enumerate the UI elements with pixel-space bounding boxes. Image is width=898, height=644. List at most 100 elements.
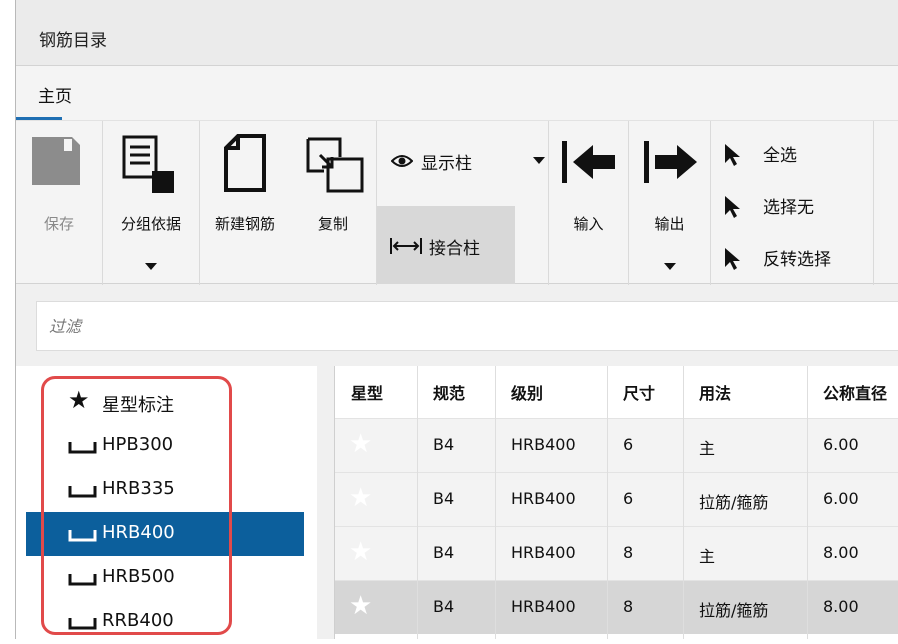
- sidebar-item-rrb400[interactable]: RRB400: [26, 600, 304, 644]
- column-divider: [807, 366, 808, 639]
- group-by-label: 分组依据: [120, 215, 181, 233]
- cell-size: 8: [623, 543, 634, 562]
- cell-diameter: 8.00: [823, 543, 859, 562]
- chevron-down-icon: [145, 263, 157, 270]
- window-title: 钢筋目录: [39, 31, 107, 51]
- show-columns-button[interactable]: 显示柱: [387, 141, 547, 181]
- cell-spec: B4: [433, 435, 455, 454]
- ribbon-toolbar: 保存 分组依据 新建钢筋 复制 显示柱 接合柱 输入 输出 全选 选择无 反转选…: [16, 120, 898, 285]
- import-label: 输入: [573, 215, 604, 233]
- column-header-size[interactable]: 尺寸: [623, 380, 655, 404]
- group-list-icon: [122, 135, 174, 193]
- save-button[interactable]: 保存: [16, 121, 103, 285]
- sidebar-item-label: 星型标注: [102, 395, 174, 416]
- rebar-hook-icon: [68, 486, 97, 498]
- import-button[interactable]: 输入: [549, 121, 629, 285]
- rebar-hook-icon: [68, 618, 97, 630]
- column-header-usage[interactable]: 用法: [699, 380, 731, 404]
- cell-grade: HRB400: [511, 597, 576, 616]
- sidebar-item-label: HRB400: [102, 522, 175, 543]
- save-icon: [32, 137, 80, 185]
- cell-diameter: 6.00: [823, 489, 859, 508]
- cell-grade: HRB400: [511, 543, 576, 562]
- rebar-hook-icon: [68, 574, 97, 586]
- joint-columns-label: 接合柱: [429, 239, 480, 259]
- star-toggle-icon[interactable]: ★: [349, 483, 372, 513]
- sidebar-item-hpb300[interactable]: HPB300: [26, 424, 304, 468]
- column-divider: [683, 366, 684, 639]
- cursor-arrow-icon: [725, 144, 740, 166]
- column-header-diameter[interactable]: 公称直径: [823, 380, 887, 404]
- export-label: 输出: [654, 215, 685, 233]
- filter-input[interactable]: [37, 302, 898, 350]
- star-toggle-icon[interactable]: ★: [349, 591, 372, 621]
- cell-usage: 拉筋/箍筋: [699, 601, 769, 620]
- sidebar-item-label: HRB335: [102, 478, 175, 499]
- ribbon-tab-bar: 主页: [16, 66, 898, 120]
- column-divider: [417, 366, 418, 639]
- grade-sidebar: ★ 星型标注 HPB300 HRB335 HRB400 HRB500 RRB40…: [16, 366, 317, 639]
- star-icon: ★: [68, 386, 90, 414]
- tab-home[interactable]: 主页: [38, 82, 72, 107]
- select-none-button[interactable]: 选择无: [723, 191, 871, 225]
- joint-columns-button[interactable]: 接合柱: [377, 206, 515, 284]
- sidebar-item-label: HPB300: [102, 434, 174, 455]
- show-columns-label: 显示柱: [421, 154, 472, 174]
- cursor-arrow-icon: [725, 196, 740, 218]
- sidebar-item-hrb335[interactable]: HRB335: [26, 468, 304, 512]
- table-row[interactable]: ★ B4 HRB400 8 拉筋/箍筋 8.00: [335, 580, 898, 634]
- sidebar-item-starred[interactable]: ★ 星型标注: [26, 380, 304, 424]
- cell-spec: B4: [433, 597, 455, 616]
- select-all-button[interactable]: 全选: [723, 139, 871, 173]
- cell-size: 8: [623, 597, 634, 616]
- cell-grade: HRB400: [511, 435, 576, 454]
- invert-selection-label: 反转选择: [763, 250, 831, 270]
- select-all-label: 全选: [763, 146, 797, 166]
- chevron-down-icon: [533, 157, 545, 164]
- column-header-grade[interactable]: 级别: [511, 380, 543, 404]
- table-row[interactable]: ★ B4 HRB400 6 拉筋/箍筋 6.00: [335, 472, 898, 526]
- new-rebar-label: 新建钢筋: [214, 215, 275, 233]
- eye-icon: [391, 155, 413, 167]
- table-row[interactable]: ★ B4 HRB400 8 主 8.00: [335, 526, 898, 580]
- star-toggle-icon[interactable]: ★: [349, 537, 372, 567]
- cell-grade: HRB400: [511, 489, 576, 508]
- table-header: 星型 规范 级别 尺寸 用法 公称直径: [335, 366, 898, 418]
- cell-usage: 拉筋/箍筋: [699, 493, 769, 512]
- new-document-icon: [224, 134, 266, 192]
- filter-box: [36, 301, 898, 351]
- cell-diameter: 8.00: [823, 597, 859, 616]
- column-resize-icon: [390, 238, 422, 254]
- invert-selection-button[interactable]: 反转选择: [723, 243, 871, 277]
- arrow-right-icon: [644, 141, 697, 183]
- cursor-arrow-icon: [725, 248, 740, 270]
- column-header-star[interactable]: 星型: [351, 380, 383, 404]
- copy-button[interactable]: 复制: [290, 121, 377, 285]
- copy-label: 复制: [317, 215, 348, 233]
- column-header-spec[interactable]: 规范: [433, 380, 465, 404]
- new-rebar-button[interactable]: 新建钢筋: [200, 121, 290, 285]
- select-none-label: 选择无: [763, 198, 814, 218]
- sidebar-item-label: HRB500: [102, 566, 175, 587]
- selection-group: 全选 选择无 反转选择: [711, 121, 874, 285]
- rebar-hook-icon: [68, 442, 97, 454]
- cell-usage: 主: [699, 547, 716, 566]
- cell-size: 6: [623, 435, 634, 454]
- table-row[interactable]: ★ B4 HRB400 6 主 6.00: [335, 418, 898, 472]
- rebar-hook-icon: [68, 530, 97, 542]
- cell-diameter: 6.00: [823, 435, 859, 454]
- chevron-down-icon: [664, 263, 676, 270]
- copy-icon: [306, 137, 364, 193]
- sidebar-item-label: RRB400: [102, 610, 174, 631]
- sidebar-item-hrb400[interactable]: HRB400: [26, 512, 304, 556]
- columns-group: 显示柱 接合柱: [377, 121, 549, 285]
- sidebar-item-hrb500[interactable]: HRB500: [26, 556, 304, 600]
- column-divider: [495, 366, 496, 639]
- rebar-catalog-window: 钢筋目录 主页 保存 分组依据 新建钢筋 复制 显示柱 接合柱 输入 输出 全选…: [15, 0, 898, 639]
- star-toggle-icon[interactable]: ★: [349, 429, 372, 459]
- rebar-table: 星型 规范 级别 尺寸 用法 公称直径 ★ B4 HRB400 6 主 6.00…: [334, 366, 898, 639]
- cell-usage: 主: [699, 439, 716, 458]
- arrow-left-icon: [562, 141, 615, 183]
- group-by-button[interactable]: 分组依据: [103, 121, 200, 285]
- export-button[interactable]: 输出: [629, 121, 711, 285]
